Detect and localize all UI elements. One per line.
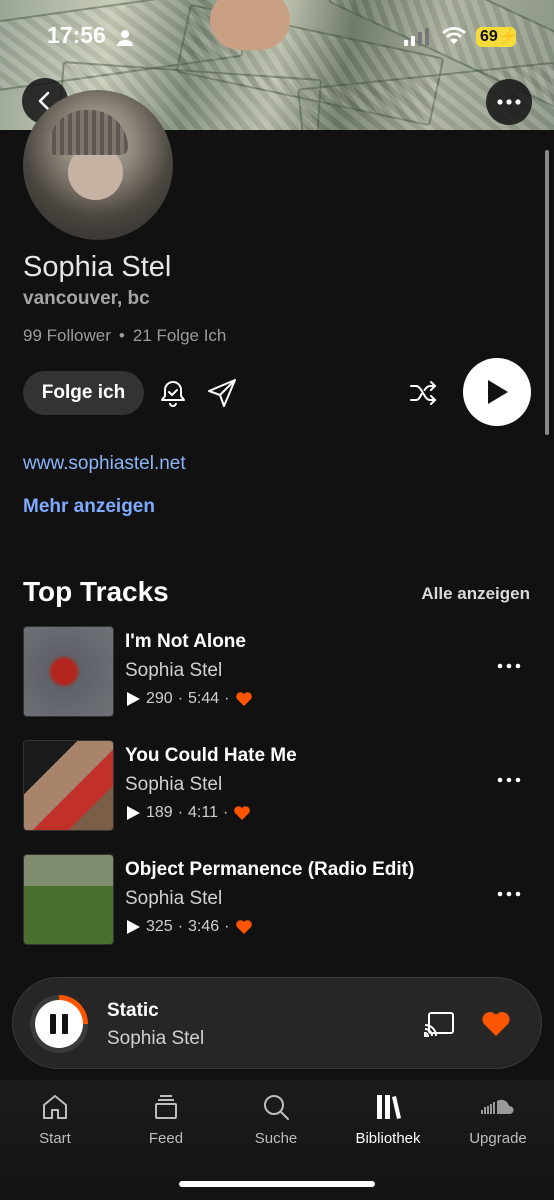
meta-dot: · — [222, 804, 229, 821]
track-meta: 189 · 4:11 · — [125, 804, 251, 822]
mini-player[interactable]: Static Sophia Stel — [12, 977, 542, 1069]
play-icon — [488, 380, 508, 404]
feed-icon — [155, 1095, 177, 1119]
home-indicator[interactable] — [179, 1181, 375, 1187]
show-more-link[interactable]: Mehr anzeigen — [23, 496, 155, 518]
track-item[interactable]: You Could Hate Me Sophia Stel 189 · 4:11… — [23, 740, 533, 832]
battery-level: 69 — [480, 28, 498, 45]
search-icon — [264, 1095, 289, 1120]
profile-avatar[interactable] — [23, 90, 173, 240]
followers-count[interactable]: 99 Follower — [23, 326, 111, 346]
person-icon — [117, 30, 133, 46]
tab-label: Suche — [254, 1130, 298, 1147]
track-meta: 325 · 3:46 · — [125, 918, 253, 936]
track-item[interactable]: Object Permanence (Radio Edit) Sophia St… — [23, 854, 533, 946]
track-more-icon[interactable] — [497, 660, 521, 672]
track-item[interactable]: I'm Not Alone Sophia Stel 290 · 5:44 · — [23, 626, 533, 718]
tab-label: Feed — [148, 1130, 184, 1147]
tab-label: Start — [39, 1130, 71, 1147]
meta-dot: · — [177, 804, 184, 821]
track-meta: 290 · 5:44 · — [125, 690, 253, 708]
status-bar: 17:56 69⚡ — [0, 0, 554, 70]
track-plays: 325 — [146, 918, 173, 935]
stats-separator: • — [118, 326, 125, 345]
bell-icon[interactable] — [158, 378, 188, 408]
website-link[interactable]: www.sophiastel.net — [23, 453, 186, 475]
cast-icon[interactable] — [423, 1010, 455, 1038]
track-duration: 5:44 — [188, 690, 220, 707]
like-heart-icon[interactable] — [480, 1008, 512, 1038]
now-playing-title: Static — [107, 1000, 159, 1021]
follow-button[interactable]: Folge ich — [23, 371, 144, 415]
more-options-button[interactable] — [486, 79, 532, 125]
tab-start[interactable]: Start — [5, 1092, 105, 1147]
meta-dot: · — [177, 690, 184, 707]
play-count-icon — [127, 920, 140, 934]
library-icon — [377, 1095, 401, 1119]
battery-icon: 69⚡ — [476, 27, 518, 47]
profile-name: Sophia Stel — [23, 251, 172, 283]
top-tracks-title: Top Tracks — [23, 576, 169, 607]
play-count-icon — [127, 806, 140, 820]
signal-icon — [404, 28, 429, 46]
track-artist: Sophia Stel — [125, 888, 223, 909]
track-artwork — [23, 626, 114, 717]
tab-suche[interactable]: Suche — [226, 1092, 326, 1147]
tab-upgrade[interactable]: Upgrade — [448, 1092, 548, 1147]
track-duration: 3:46 — [188, 918, 220, 935]
more-horizontal-icon — [497, 99, 521, 105]
status-time: 17:56 — [47, 22, 106, 48]
track-artist: Sophia Stel — [125, 774, 223, 795]
meta-dot: · — [224, 918, 230, 935]
heart-icon — [235, 692, 252, 706]
scrollbar[interactable] — [545, 150, 549, 435]
pause-button[interactable] — [35, 1000, 83, 1048]
track-plays: 290 — [146, 690, 173, 707]
see-all-link[interactable]: Alle anzeigen — [421, 584, 530, 604]
track-more-icon[interactable] — [497, 774, 521, 786]
track-artist: Sophia Stel — [125, 660, 223, 681]
track-artwork — [23, 854, 114, 945]
meta-dot: · — [177, 918, 184, 935]
home-icon — [43, 1095, 67, 1119]
pause-icon — [50, 1014, 56, 1034]
share-send-icon[interactable] — [206, 377, 238, 409]
meta-dot: · — [224, 690, 230, 707]
track-more-icon[interactable] — [497, 888, 521, 900]
track-title: I'm Not Alone — [125, 631, 246, 652]
track-title: Object Permanence (Radio Edit) — [125, 859, 415, 880]
play-count-icon — [127, 692, 140, 706]
now-playing-artist: Sophia Stel — [107, 1028, 205, 1049]
track-title: You Could Hate Me — [125, 745, 297, 766]
track-plays: 189 — [146, 804, 173, 821]
heart-icon — [234, 806, 251, 820]
profile-location: vancouver, bc — [23, 288, 150, 309]
wifi-icon — [442, 27, 466, 44]
shuffle-icon[interactable] — [408, 378, 438, 408]
heart-icon — [235, 920, 252, 934]
tab-bibliothek[interactable]: Bibliothek — [338, 1092, 438, 1147]
soundcloud-icon — [481, 1099, 514, 1114]
track-duration: 4:11 — [188, 804, 218, 821]
tab-label: Upgrade — [469, 1130, 527, 1147]
playback-progress-ring — [30, 995, 88, 1053]
tab-feed[interactable]: Feed — [116, 1092, 216, 1147]
tab-label: Bibliothek — [355, 1130, 421, 1147]
following-count[interactable]: 21 Folge Ich — [133, 326, 227, 346]
profile-stats: 99 Follower • 21 Folge Ich — [23, 326, 226, 346]
play-button[interactable] — [463, 358, 531, 426]
track-artwork — [23, 740, 114, 831]
